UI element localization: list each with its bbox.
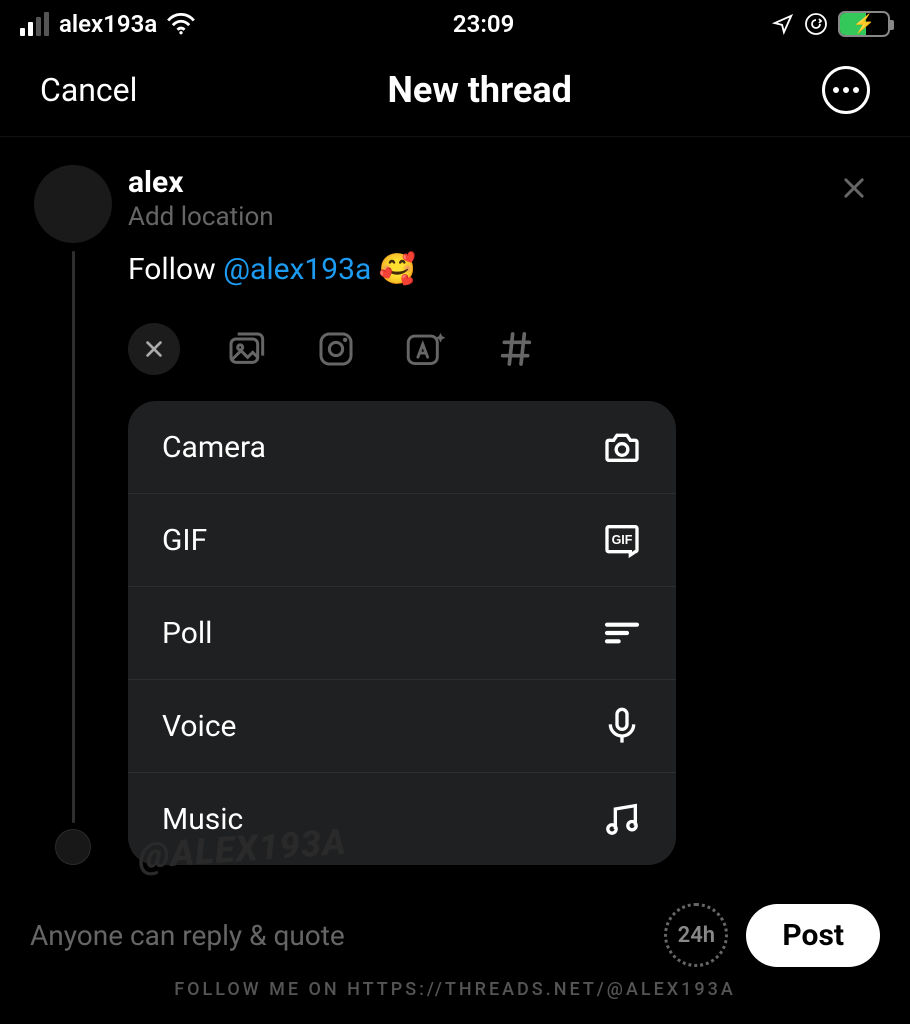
post-text-prefix: Follow <box>128 252 223 287</box>
camera-icon <box>602 427 642 467</box>
popover-item-camera[interactable]: Camera <box>128 401 676 494</box>
post-text-input[interactable]: Follow @alex193a 🥰 <box>128 252 874 287</box>
footer-text: FOLLOW ME ON HTTPS://THREADS.NET/@ALEX19… <box>30 979 880 1000</box>
page-title: New thread <box>388 69 572 111</box>
cellular-signal-icon <box>20 12 49 36</box>
battery-icon: ⚡ <box>838 11 890 37</box>
ai-text-button[interactable] <box>402 325 450 373</box>
mic-icon <box>602 706 642 746</box>
add-location-button[interactable]: Add location <box>128 202 874 232</box>
status-bar: alex193a 23:09 ⚡ <box>0 0 910 48</box>
popover-item-gif[interactable]: GIF GIF <box>128 494 676 587</box>
gallery-button[interactable] <box>222 325 270 373</box>
poll-icon <box>602 613 642 653</box>
emoji: 🥰 <box>379 252 416 287</box>
music-icon <box>602 799 642 839</box>
compose-area: alex Add location Follow @alex193a 🥰 <box>0 137 910 865</box>
add-thread-avatar[interactable] <box>55 829 91 865</box>
dismiss-button[interactable] <box>840 171 868 211</box>
attachment-popover: Camera GIF GIF Poll Voice Music <box>128 401 676 865</box>
popover-item-label: Voice <box>162 709 236 744</box>
hashtag-button[interactable] <box>492 325 540 373</box>
reply-scope-button[interactable]: Anyone can reply & quote <box>30 919 345 952</box>
svg-text:GIF: GIF <box>612 533 633 547</box>
carrier-label: alex193a <box>59 10 157 38</box>
compose-footer: Anyone can reply & quote 24h Post FOLLOW… <box>0 903 910 1000</box>
ai-text-icon <box>405 328 447 370</box>
username-label: alex <box>128 165 874 200</box>
gallery-icon <box>226 329 266 369</box>
avatar[interactable] <box>34 165 112 243</box>
clock: 23:09 <box>453 10 514 38</box>
rotation-lock-icon <box>804 12 828 36</box>
popover-item-label: GIF <box>162 523 207 558</box>
instagram-button[interactable] <box>312 325 360 373</box>
compose-toolbar <box>128 323 874 375</box>
instagram-icon <box>316 329 356 369</box>
popover-item-poll[interactable]: Poll <box>128 587 676 680</box>
thread-line <box>72 251 75 823</box>
mention-link[interactable]: @alex193a <box>223 252 371 287</box>
wifi-icon <box>167 13 195 35</box>
close-icon <box>840 174 868 202</box>
more-options-button[interactable] <box>822 66 870 114</box>
close-icon <box>143 338 165 360</box>
location-arrow-icon <box>772 13 794 35</box>
cancel-button[interactable]: Cancel <box>40 71 137 109</box>
hashtag-icon <box>496 329 536 369</box>
popover-item-label: Camera <box>162 430 266 465</box>
gif-icon: GIF <box>602 520 642 560</box>
close-attach-menu-button[interactable] <box>128 323 180 375</box>
compose-header: Cancel New thread <box>0 48 910 137</box>
popover-item-label: Poll <box>162 616 212 651</box>
popover-item-voice[interactable]: Voice <box>128 680 676 773</box>
post-button[interactable]: Post <box>746 904 880 967</box>
disappearing-timer-button[interactable]: 24h <box>664 903 728 967</box>
